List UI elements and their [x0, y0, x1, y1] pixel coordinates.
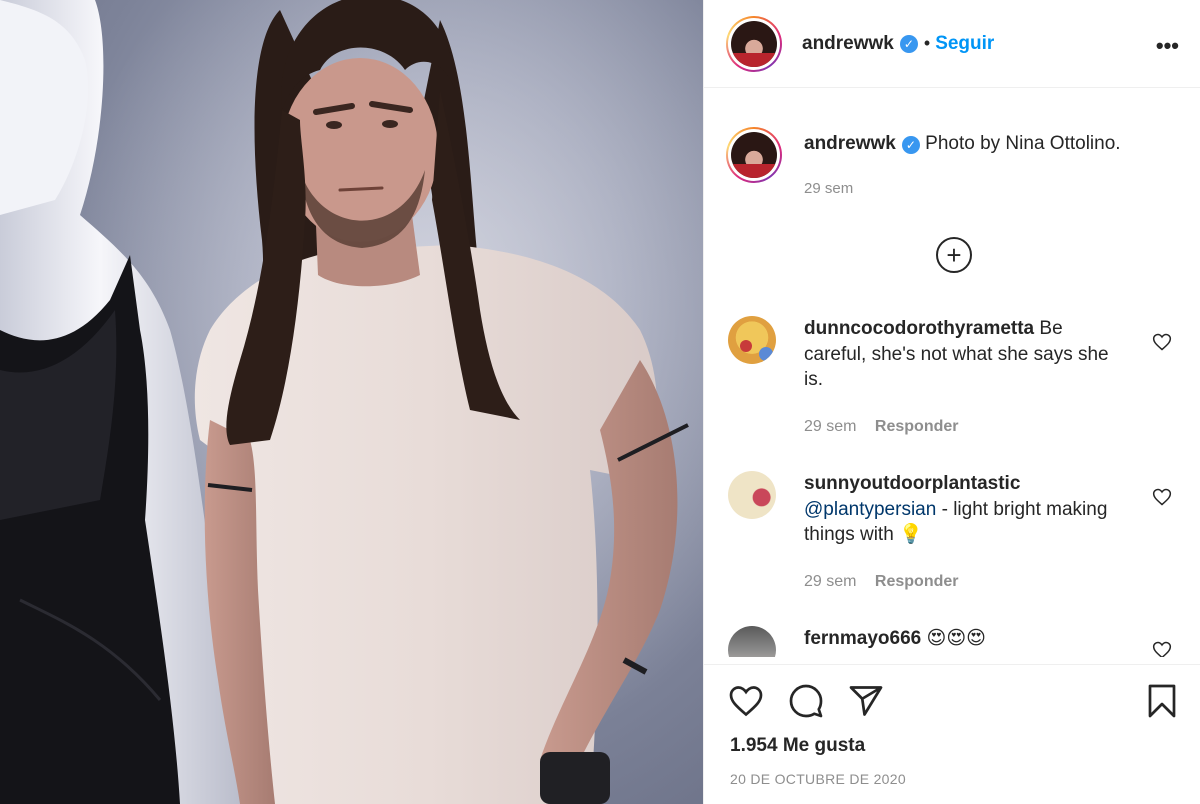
caption-username[interactable]: andrewwk: [804, 133, 896, 154]
comment-username[interactable]: sunnyoutdoorplantastic: [804, 473, 1020, 494]
post-photo[interactable]: [0, 0, 703, 804]
comment-time[interactable]: 29 sem: [804, 573, 856, 590]
comment-meta: 29 sem Responder: [804, 418, 959, 436]
comment-like-heart-icon[interactable]: [1152, 640, 1172, 657]
comment-meta: 29 sem Responder: [804, 573, 959, 591]
reply-button[interactable]: Responder: [875, 418, 959, 435]
commenter-avatar[interactable]: [728, 316, 776, 364]
header-user: andrewwk ✓ • Seguir: [802, 33, 994, 55]
post-actions-section: 1.954 Me gusta 20 DE OCTUBRE DE 2020: [704, 664, 1200, 804]
heart-icon[interactable]: [728, 683, 764, 719]
comment-item: fernmayo666 😍😍😍: [728, 626, 1188, 657]
post-date[interactable]: 20 DE OCTUBRE DE 2020: [730, 771, 906, 787]
share-icon[interactable]: [848, 683, 884, 719]
comment-item: dunncocodorothyrametta Be careful, she's…: [728, 316, 1188, 436]
comment-mention[interactable]: @plantypersian: [804, 499, 936, 520]
caption-author-avatar[interactable]: [726, 127, 782, 183]
comment-username[interactable]: fernmayo666: [804, 628, 921, 649]
follow-button[interactable]: Seguir: [935, 33, 994, 55]
comment-time[interactable]: 29 sem: [804, 418, 856, 435]
author-avatar[interactable]: [726, 15, 782, 72]
post-detail-panel: andrewwk ✓ • Seguir ••• andrewwk ✓ Photo …: [703, 0, 1200, 804]
bookmark-icon[interactable]: [1144, 683, 1180, 719]
plus-circle-icon[interactable]: +: [936, 237, 972, 273]
caption-text-block: andrewwk ✓ Photo by Nina Ottolino.: [804, 132, 1121, 183]
caption-time[interactable]: 29 sem: [804, 180, 853, 197]
reply-button[interactable]: Responder: [875, 573, 959, 590]
more-horizontal-icon[interactable]: •••: [1156, 33, 1179, 59]
post-header: andrewwk ✓ • Seguir •••: [704, 0, 1200, 88]
post-photo-illustration: [0, 0, 703, 804]
comment-username[interactable]: dunncocodorothyrametta: [804, 318, 1034, 339]
likes-count[interactable]: 1.954 Me gusta: [730, 735, 865, 757]
comment-body: dunncocodorothyrametta Be careful, she's…: [804, 316, 1124, 393]
verified-badge-icon: ✓: [899, 34, 918, 53]
comment-like-heart-icon[interactable]: [1152, 332, 1172, 352]
comment-item: sunnyoutdoorplantastic @plantypersian - …: [728, 471, 1188, 591]
commenter-avatar[interactable]: [728, 626, 776, 657]
comment-body: fernmayo666 😍😍😍: [804, 626, 1124, 652]
comments-scroll-area[interactable]: andrewwk ✓ Photo by Nina Ottolino. 29 sem…: [704, 89, 1200, 657]
comment-like-heart-icon[interactable]: [1152, 487, 1172, 507]
comment-icon[interactable]: [788, 683, 824, 719]
verified-badge-icon: ✓: [901, 136, 920, 154]
commenter-avatar[interactable]: [728, 471, 776, 519]
caption-text: Photo by Nina Ottolino.: [925, 133, 1121, 154]
comment-text: 😍😍😍: [926, 628, 986, 649]
post-caption: andrewwk ✓ Photo by Nina Ottolino. 29 sem: [726, 127, 1121, 197]
header-separator: •: [923, 33, 931, 53]
header-username[interactable]: andrewwk: [802, 33, 894, 55]
comment-body: sunnyoutdoorplantastic @plantypersian - …: [804, 471, 1124, 548]
